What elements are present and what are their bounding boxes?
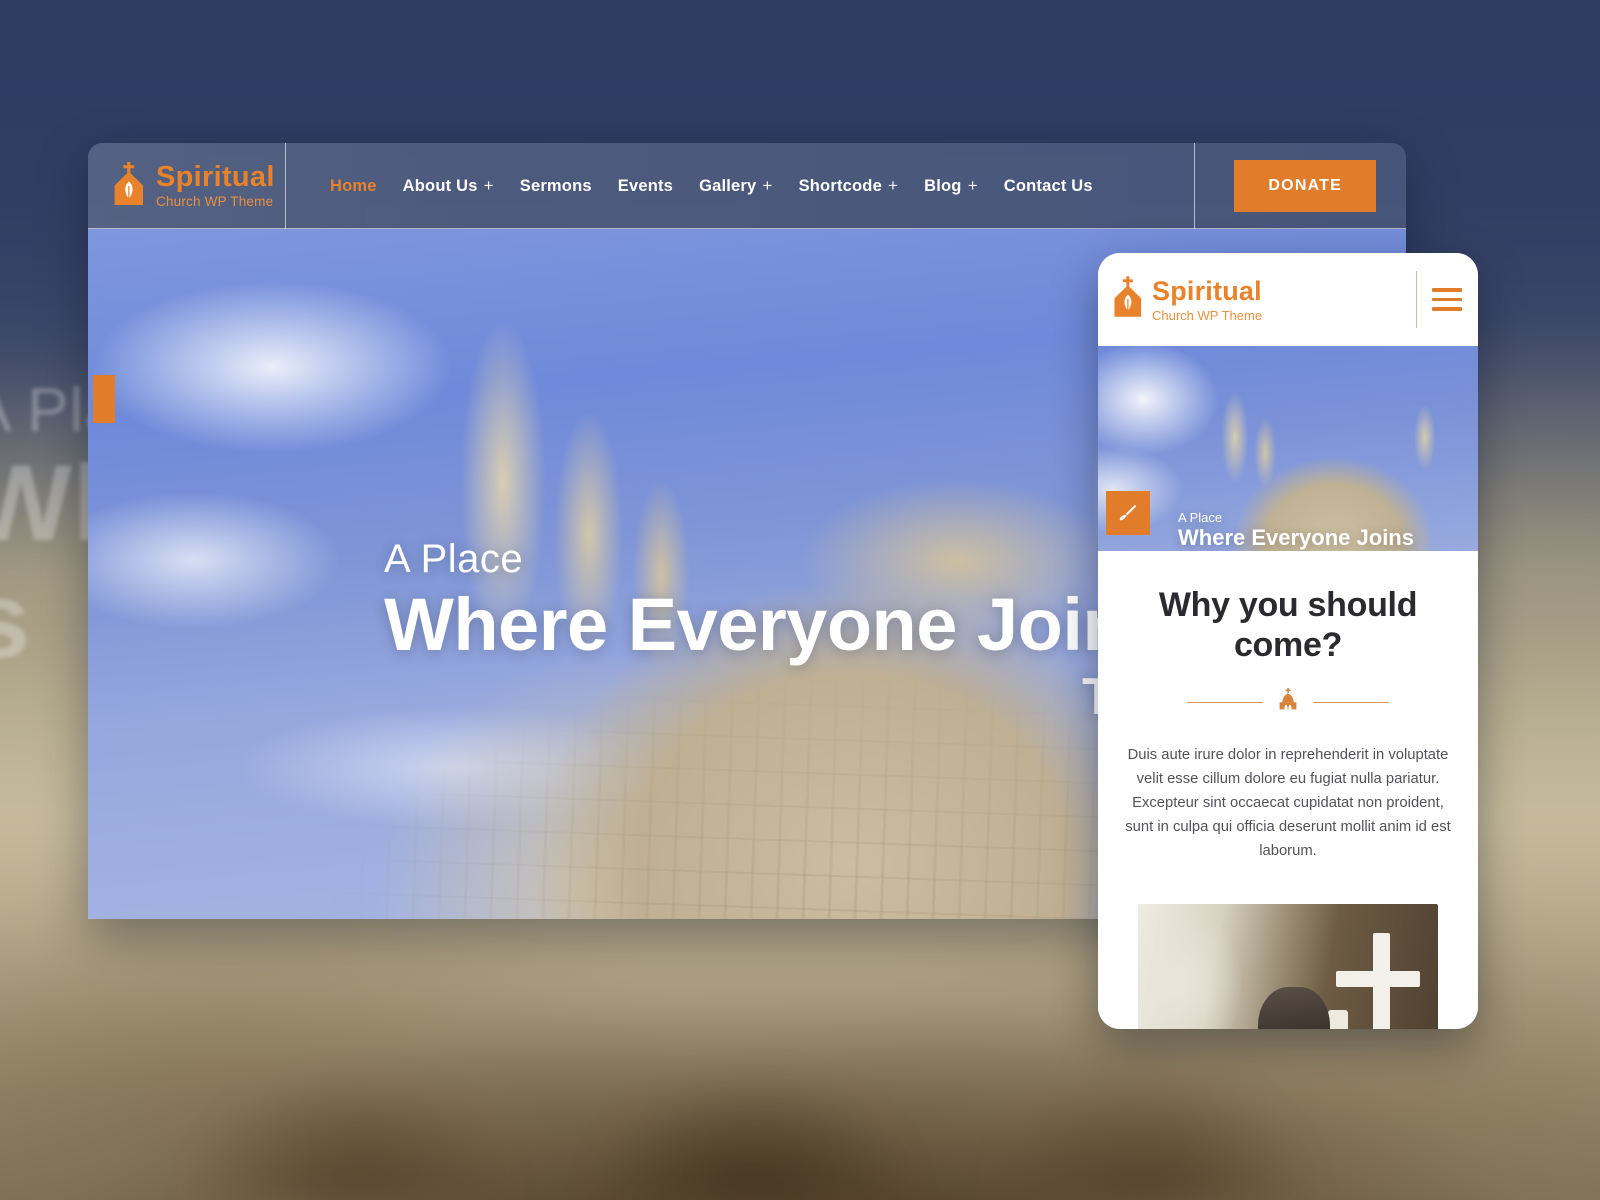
- chevron-plus-icon: +: [762, 176, 773, 195]
- section-divider: [1120, 687, 1456, 718]
- mobile-content-section: Why you should come? Duis aute irure dol…: [1098, 551, 1478, 1029]
- divider-line-left: [1187, 701, 1263, 704]
- mobile-hero-title: Where Everyone Joins: [1178, 525, 1414, 550]
- cross-horizontal-bar: [1336, 971, 1420, 988]
- church-dome-icon: [1275, 687, 1301, 718]
- chevron-plus-icon: +: [483, 176, 494, 195]
- nav-item-gallery[interactable]: Gallery +: [699, 176, 773, 196]
- nav-item-home-label: Home: [330, 176, 377, 195]
- mobile-section-paragraph: Duis aute irure dolor in reprehenderit i…: [1125, 747, 1451, 860]
- nav-item-about-us-label: About Us: [402, 176, 478, 195]
- divider-line-right: [1313, 701, 1389, 704]
- hamburger-line: [1432, 297, 1462, 302]
- donate-button[interactable]: DONATE: [1234, 160, 1376, 212]
- nav-item-blog-label: Blog: [924, 176, 962, 195]
- chevron-plus-icon: +: [887, 176, 899, 195]
- mobile-hero-kicker: A Place: [1178, 510, 1223, 525]
- nav-item-gallery-label: Gallery: [699, 176, 757, 195]
- nav-item-about-us[interactable]: About Us +: [403, 176, 494, 196]
- nav-item-sermons[interactable]: Sermons: [520, 177, 592, 196]
- mobile-logo-tagline: Church WP Theme: [1152, 307, 1263, 323]
- mobile-hero-section: A Place Where Everyone Joins Together: [1098, 346, 1478, 551]
- mobile-site-header: Spiritual Church WP Theme: [1098, 253, 1478, 346]
- mobile-section-heading: Why you should come?: [1158, 586, 1418, 665]
- nav-item-shortcode[interactable]: Shortcode +: [799, 176, 899, 196]
- nav-item-shortcode-label: Shortcode: [798, 176, 882, 195]
- desktop-logo-tagline: Church WP Theme: [156, 194, 274, 210]
- mobile-logo[interactable]: Spiritual Church WP Theme: [1112, 276, 1262, 323]
- hamburger-line: [1432, 307, 1462, 311]
- nav-item-contact-us[interactable]: Contact Us: [1004, 177, 1093, 196]
- desktop-donate-area: DONATE: [1194, 143, 1406, 229]
- desktop-side-tab-marker[interactable]: [93, 375, 115, 423]
- hamburger-menu-icon[interactable]: [1432, 288, 1462, 311]
- candle-shape: [1328, 1009, 1348, 1029]
- man-praying-before-cross-photo: [1138, 904, 1438, 1029]
- desktop-logo-text: Spiritual Church WP Theme: [156, 163, 275, 209]
- desktop-logo[interactable]: Spiritual Church WP Theme: [88, 143, 286, 229]
- church-cross-leaf-icon: [1112, 276, 1144, 323]
- nav-item-sermons-label: Sermons: [519, 176, 592, 195]
- mobile-preview-panel: Spiritual Church WP Theme A Place Where …: [1098, 253, 1478, 1029]
- desktop-main-nav: Home About Us + Sermons Events Gallery +…: [286, 176, 1194, 196]
- mobile-logo-name: Spiritual: [1152, 275, 1262, 306]
- nav-item-home[interactable]: Home: [330, 177, 377, 196]
- desktop-logo-name: Spiritual: [156, 161, 275, 194]
- hamburger-line: [1432, 288, 1462, 292]
- person-head: [1258, 987, 1330, 1029]
- nav-item-contact-us-label: Contact Us: [1003, 176, 1093, 195]
- nav-item-events[interactable]: Events: [618, 177, 673, 196]
- church-cross-leaf-icon: [112, 161, 146, 211]
- chevron-plus-icon: +: [967, 176, 978, 195]
- paintbrush-icon[interactable]: [1106, 491, 1150, 535]
- desktop-site-header: Spiritual Church WP Theme Home About Us …: [88, 143, 1406, 229]
- mobile-hero-text: A Place Where Everyone Joins Together: [1178, 511, 1468, 551]
- nav-item-blog[interactable]: Blog +: [924, 176, 978, 196]
- nav-item-events-label: Events: [617, 176, 674, 195]
- mobile-logo-text: Spiritual Church WP Theme: [1152, 275, 1263, 323]
- mobile-menu-area: [1416, 253, 1478, 346]
